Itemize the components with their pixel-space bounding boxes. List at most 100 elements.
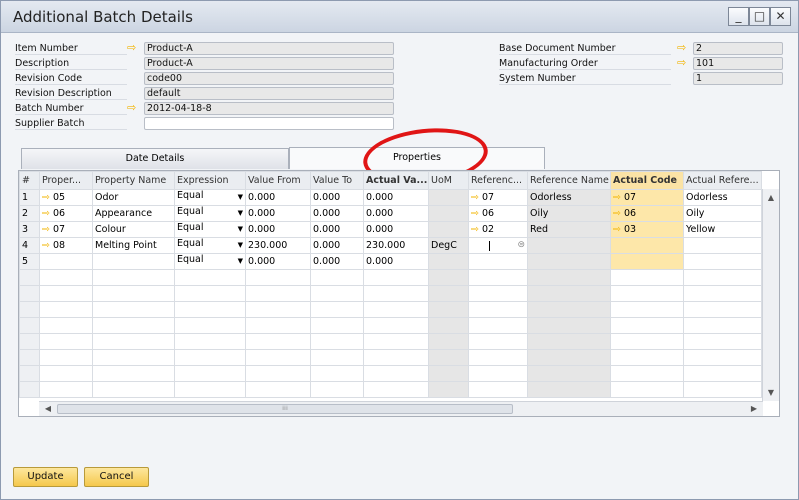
table-row[interactable]: [19, 317, 762, 334]
empty-cell[interactable]: [39, 317, 93, 334]
link-arrow-icon[interactable]: ⇨: [471, 208, 479, 219]
empty-cell[interactable]: [527, 349, 611, 366]
column-header[interactable]: UoM: [428, 171, 469, 190]
empty-cell[interactable]: [363, 349, 429, 366]
empty-cell[interactable]: [610, 381, 684, 398]
empty-cell[interactable]: [310, 285, 364, 302]
empty-cell[interactable]: [610, 285, 684, 302]
value-to-cell[interactable]: 0.000: [310, 221, 364, 238]
maximize-button[interactable]: □: [749, 7, 770, 26]
actual-code-cell[interactable]: [610, 237, 684, 254]
column-header[interactable]: Reference Name: [527, 171, 611, 190]
empty-cell[interactable]: [363, 365, 429, 382]
actual-value-cell[interactable]: 0.000: [363, 205, 429, 222]
empty-cell[interactable]: [610, 349, 684, 366]
empty-cell[interactable]: [428, 269, 469, 286]
value-to-cell[interactable]: 0.000: [310, 189, 364, 206]
empty-cell[interactable]: [468, 317, 528, 334]
cancel-button[interactable]: Cancel: [84, 467, 149, 487]
link-arrow-icon[interactable]: ⇨: [613, 208, 621, 219]
value-to-cell[interactable]: 0.000: [310, 237, 364, 254]
empty-cell[interactable]: [468, 365, 528, 382]
actual-value-cell[interactable]: 0.000: [363, 221, 429, 238]
empty-cell[interactable]: [428, 285, 469, 302]
table-row[interactable]: [19, 381, 762, 398]
property-code-cell[interactable]: ⇨ 06: [39, 205, 93, 222]
link-arrow-icon[interactable]: ⇨: [677, 57, 691, 68]
empty-cell[interactable]: [245, 381, 311, 398]
empty-cell[interactable]: [683, 317, 762, 334]
table-row[interactable]: 1 ⇨ 05 Odor Equal ▼ 0.000 0.000 0.000 ⇨ 07 Odorless…: [19, 189, 762, 206]
property-code-cell[interactable]: ⇨ 08: [39, 237, 93, 254]
empty-cell[interactable]: [610, 365, 684, 382]
empty-cell[interactable]: [363, 269, 429, 286]
empty-cell[interactable]: [683, 349, 762, 366]
empty-cell[interactable]: [245, 365, 311, 382]
empty-cell[interactable]: [174, 365, 246, 382]
scroll-right-icon[interactable]: ▶: [747, 402, 761, 415]
value-from-cell[interactable]: 0.000: [245, 205, 311, 222]
empty-cell[interactable]: [92, 349, 175, 366]
value-from-cell[interactable]: 0.000: [245, 189, 311, 206]
reference-code-cell[interactable]: [468, 253, 528, 270]
empty-cell[interactable]: [683, 365, 762, 382]
empty-cell[interactable]: [174, 301, 246, 318]
empty-cell[interactable]: [610, 269, 684, 286]
empty-cell[interactable]: [92, 301, 175, 318]
link-arrow-icon[interactable]: ⇨: [42, 192, 50, 203]
expression-cell[interactable]: Equal ▼: [174, 189, 246, 206]
empty-cell[interactable]: [310, 317, 364, 334]
empty-cell[interactable]: [92, 317, 175, 334]
link-arrow-icon[interactable]: ⇨: [677, 42, 691, 53]
dropdown-arrow-icon[interactable]: ▼: [238, 255, 243, 269]
link-arrow-icon[interactable]: ⇨: [613, 224, 621, 235]
actual-value-cell[interactable]: 0.000: [363, 189, 429, 206]
empty-cell[interactable]: [39, 365, 93, 382]
reference-code-cell[interactable]: ⇨ 02: [468, 221, 528, 238]
empty-cell[interactable]: [174, 381, 246, 398]
empty-cell[interactable]: [468, 301, 528, 318]
empty-cell[interactable]: [610, 333, 684, 350]
close-button[interactable]: ✕: [770, 7, 791, 26]
table-row[interactable]: [19, 285, 762, 302]
actual-value-cell[interactable]: 0.000: [363, 253, 429, 270]
tab-date-details[interactable]: Date Details: [21, 148, 289, 169]
empty-cell[interactable]: [468, 269, 528, 286]
column-header[interactable]: #: [19, 171, 40, 190]
column-header[interactable]: Property Name: [92, 171, 175, 190]
value-from-cell[interactable]: 0.000: [245, 253, 311, 270]
dropdown-arrow-icon[interactable]: ▼: [238, 239, 243, 253]
empty-cell[interactable]: [363, 301, 429, 318]
choose-from-list-icon[interactable]: ⊜: [517, 240, 525, 250]
reference-code-cell[interactable]: ⇨ 06: [468, 205, 528, 222]
empty-cell[interactable]: [428, 333, 469, 350]
empty-cell[interactable]: [174, 285, 246, 302]
empty-cell[interactable]: [92, 381, 175, 398]
empty-cell[interactable]: [245, 269, 311, 286]
empty-cell[interactable]: [527, 381, 611, 398]
tab-properties[interactable]: Properties: [289, 147, 545, 169]
empty-cell[interactable]: [92, 365, 175, 382]
link-arrow-icon[interactable]: ⇨: [127, 42, 141, 53]
empty-cell[interactable]: [428, 381, 469, 398]
empty-cell[interactable]: [245, 285, 311, 302]
column-header[interactable]: Proper...: [39, 171, 93, 190]
value-to-cell[interactable]: 0.000: [310, 253, 364, 270]
property-code-cell[interactable]: ⇨ 07: [39, 221, 93, 238]
property-code-cell[interactable]: ⇨ 05: [39, 189, 93, 206]
actual-code-cell[interactable]: ⇨ 06: [610, 205, 684, 222]
empty-cell[interactable]: [527, 317, 611, 334]
minimize-button[interactable]: _: [728, 7, 749, 26]
table-row[interactable]: [19, 349, 762, 366]
empty-cell[interactable]: [245, 349, 311, 366]
column-header[interactable]: Value To: [310, 171, 364, 190]
vertical-scrollbar[interactable]: ▲ ▼: [762, 189, 779, 401]
empty-cell[interactable]: [39, 285, 93, 302]
column-header[interactable]: Expression: [174, 171, 246, 190]
empty-cell[interactable]: [468, 381, 528, 398]
table-row[interactable]: [19, 333, 762, 350]
empty-cell[interactable]: [174, 317, 246, 334]
empty-cell[interactable]: [468, 285, 528, 302]
table-row[interactable]: 3 ⇨ 07 Colour Equal ▼ 0.000 0.000 0.000 ⇨ 02 Red ⇨ 03…: [19, 221, 762, 238]
table-row[interactable]: [19, 365, 762, 382]
